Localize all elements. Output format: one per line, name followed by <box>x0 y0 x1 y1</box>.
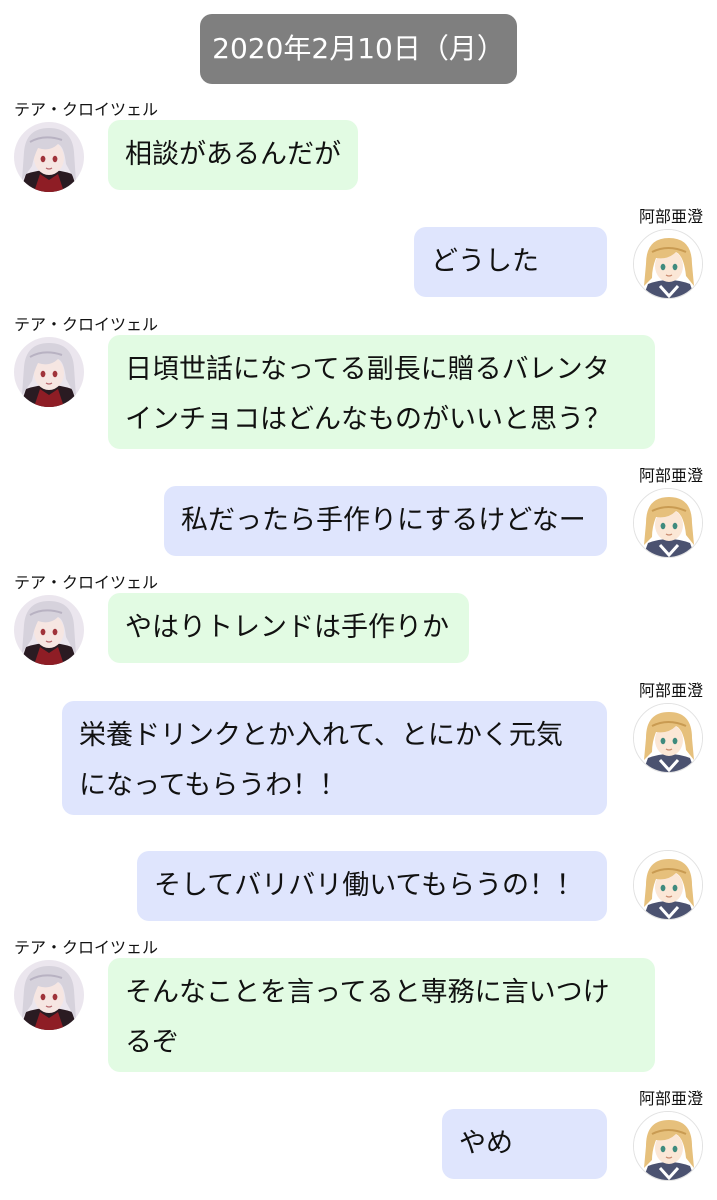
message-bubble: 相談があるんだが <box>108 120 358 190</box>
message-row: 阿部亜澄 やめて！！ <box>0 1085 717 1195</box>
sender-name: テア・クロイツェル <box>14 573 159 592</box>
message-row: テア・クロイツェル 日頃世話になってる副長に贈るバレンタ インチョコはどんなもの… <box>0 311 717 451</box>
blonde-hair-character-avatar-icon <box>634 489 703 558</box>
avatar[interactable] <box>633 488 703 558</box>
message-row: 阿部亜澄 私だったら手作りにするけどなー <box>0 462 717 562</box>
avatar[interactable] <box>633 850 703 920</box>
avatar[interactable] <box>14 122 84 192</box>
message-bubble: そしてバリバリ働いてもらうの！！ <box>137 851 607 921</box>
message-bubble: どうしたの？ <box>414 227 607 297</box>
avatar[interactable] <box>14 595 84 665</box>
silver-hair-character-avatar-icon <box>14 337 84 407</box>
message-bubble: 日頃世話になってる副長に贈るバレンタ インチョコはどんなものがいいと思う？ <box>108 335 655 449</box>
message-row: 阿部亜澄 どうしたの？ <box>0 203 717 303</box>
blonde-hair-character-avatar-icon <box>634 704 703 773</box>
silver-hair-character-avatar-icon <box>14 960 84 1030</box>
sender-name: 阿部亜澄 <box>638 1089 703 1108</box>
silver-hair-character-avatar-icon <box>14 122 84 192</box>
message-bubble: やめて！！ <box>442 1109 607 1179</box>
date-header: 2020年2月10日（月） <box>200 14 517 84</box>
avatar[interactable] <box>633 229 703 299</box>
message-row: テア・クロイツェル 相談があるんだが <box>0 96 717 196</box>
message-row: テア・クロイツェル そんなことを言ってると専務に言いつけ るぞ <box>0 934 717 1074</box>
avatar[interactable] <box>14 337 84 407</box>
avatar[interactable] <box>633 1111 703 1181</box>
message-bubble: 栄養ドリンクとか入れて、とにかく元気 になってもらうわ！！ <box>62 701 607 815</box>
sender-name: 阿部亜澄 <box>638 207 703 226</box>
message-row: テア・クロイツェル やはりトレンドは手作りか <box>0 569 717 669</box>
sender-name: 阿部亜澄 <box>638 466 703 485</box>
avatar[interactable] <box>14 960 84 1030</box>
message-bubble: やはりトレンドは手作りか <box>108 593 469 663</box>
sender-name: テア・クロイツェル <box>14 938 159 957</box>
avatar[interactable] <box>633 703 703 773</box>
message-row: 阿部亜澄 栄養ドリンクとか入れて、とにかく元気 になってもらうわ！！ <box>0 677 717 817</box>
sender-name: テア・クロイツェル <box>14 315 159 334</box>
message-bubble: そんなことを言ってると専務に言いつけ るぞ <box>108 958 655 1072</box>
message-bubble: 私だったら手作りにするけどなー <box>164 486 607 556</box>
message-row: そしてバリバリ働いてもらうの！！ <box>0 850 717 925</box>
silver-hair-character-avatar-icon <box>14 595 84 665</box>
blonde-hair-character-avatar-icon <box>634 1112 703 1181</box>
blonde-hair-character-avatar-icon <box>634 851 703 920</box>
blonde-hair-character-avatar-icon <box>634 230 703 299</box>
sender-name: 阿部亜澄 <box>638 681 703 700</box>
sender-name: テア・クロイツェル <box>14 100 159 119</box>
